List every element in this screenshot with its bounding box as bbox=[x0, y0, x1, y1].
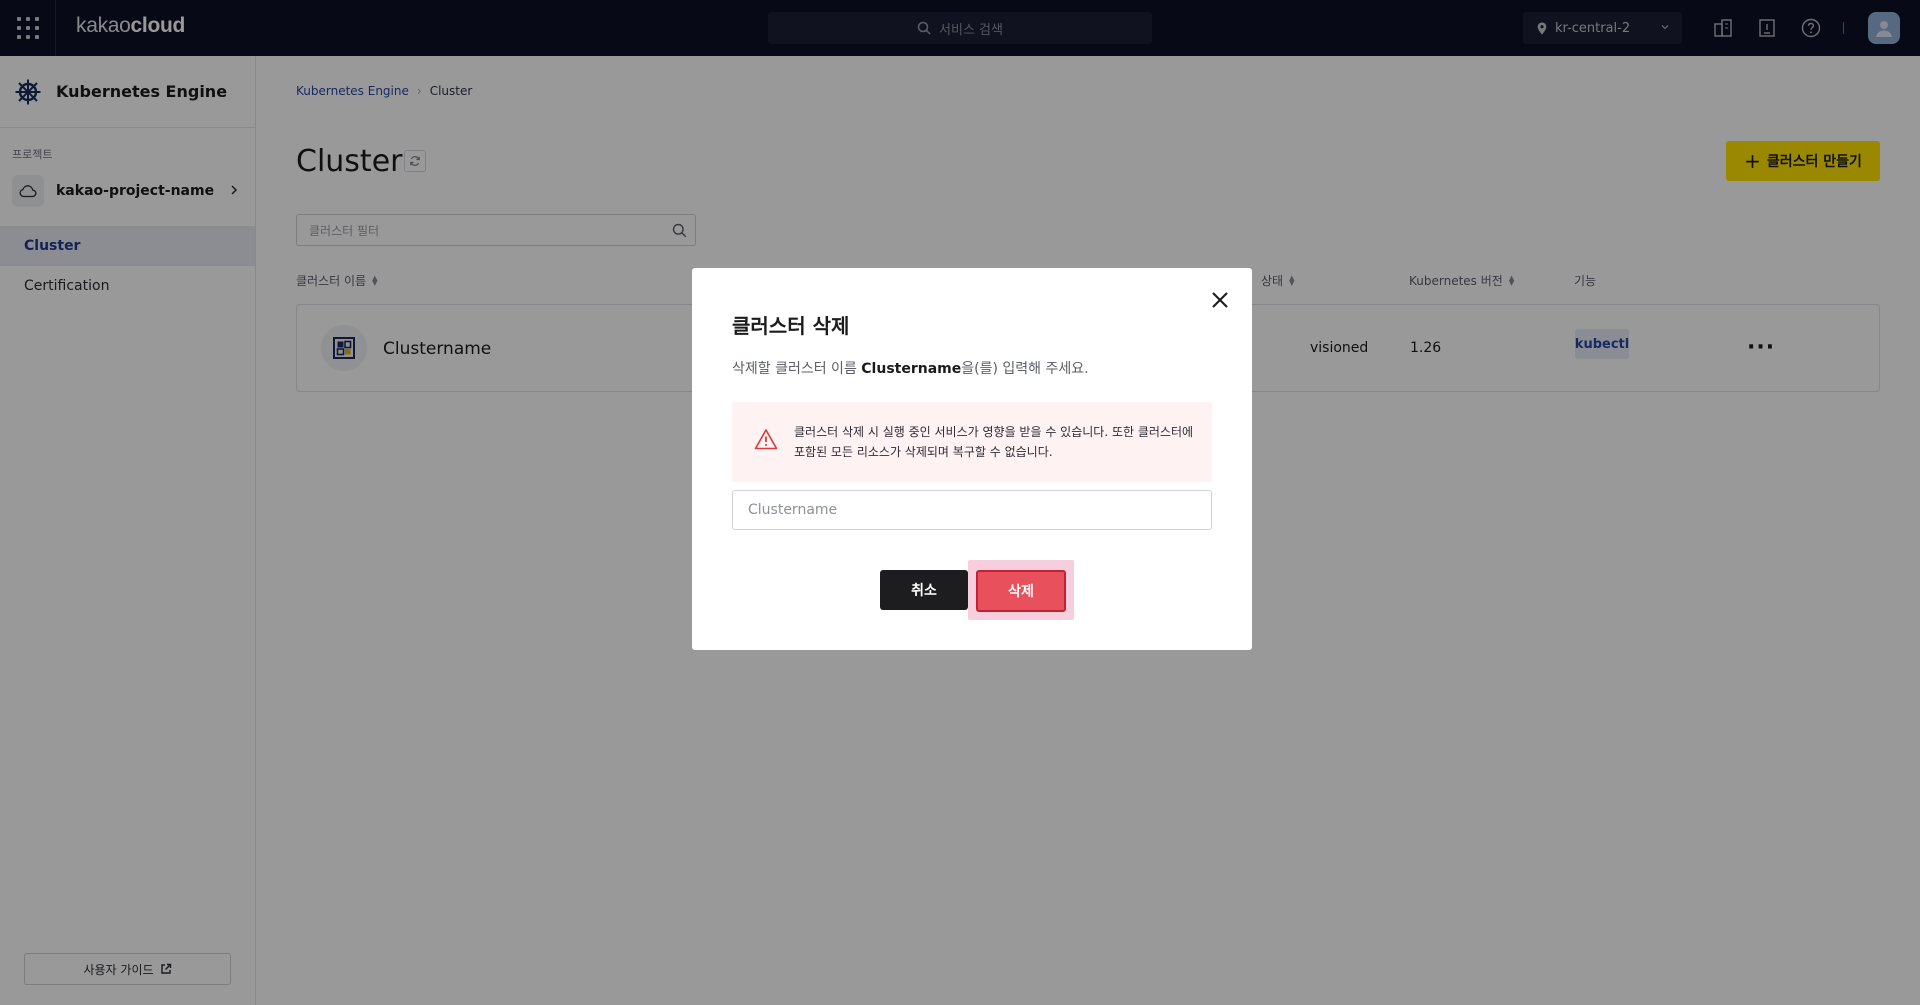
cluster-name-highlight: Clustername bbox=[861, 361, 962, 377]
warning-box: 클러스터 삭제 시 실행 중인 서비스가 영향을 받을 수 있습니다. 또한 클… bbox=[732, 402, 1212, 482]
warning-text: 클러스터 삭제 시 실행 중인 서비스가 영향을 받을 수 있습니다. 또한 클… bbox=[794, 425, 1194, 459]
delete-button[interactable]: 삭제 bbox=[976, 570, 1066, 612]
warning-icon bbox=[754, 429, 778, 450]
cluster-name-confirm-input[interactable] bbox=[732, 490, 1212, 530]
dialog-description: 삭제할 클러스터 이름 Clustername을(를) 입력해 주세요. bbox=[732, 361, 1089, 377]
dialog-title: 클러스터 삭제 bbox=[732, 314, 850, 338]
close-icon[interactable] bbox=[1210, 290, 1230, 310]
delete-button-focus-ring: 삭제 bbox=[968, 560, 1074, 620]
cancel-button[interactable]: 취소 bbox=[880, 570, 968, 610]
delete-cluster-dialog: 클러스터 삭제 삭제할 클러스터 이름 Clustername을(를) 입력해 … bbox=[692, 268, 1252, 650]
